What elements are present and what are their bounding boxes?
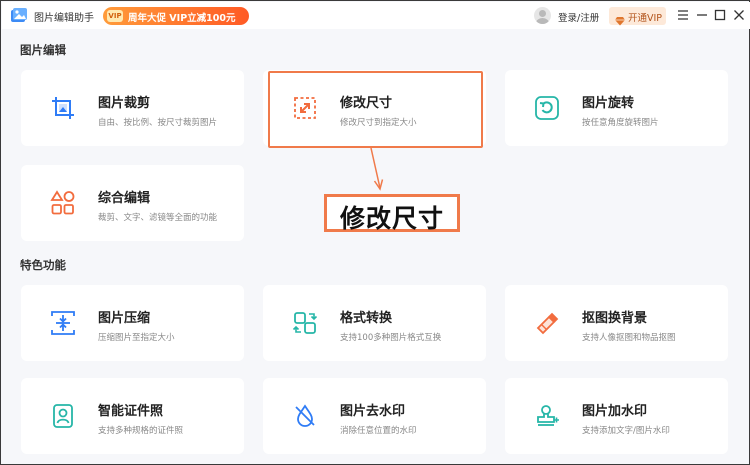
card-desc: 压缩图片至指定大小 xyxy=(98,333,175,343)
minimize-icon[interactable] xyxy=(694,7,710,23)
card-desc: 支持人像抠图和物品抠图 xyxy=(582,333,676,343)
card-desc: 按任意角度旋转图片 xyxy=(582,118,659,128)
card-title: 图片加水印 xyxy=(582,404,648,419)
callout-text: 修改尺寸 xyxy=(339,204,444,233)
crop-icon xyxy=(50,95,76,121)
promo-vip-badge: VIP xyxy=(107,10,123,22)
card-desc: 裁剪、文字、滤镜等全面的功能 xyxy=(98,213,218,223)
diamond-icon xyxy=(615,11,625,26)
section-title-edit: 图片编辑 xyxy=(20,43,66,57)
card-title: 图片压缩 xyxy=(98,311,151,326)
app-window: 图片编辑助手 VIP 周年大促 VIP立减100元 登录/注册 开通VIP 图片… xyxy=(0,0,750,465)
resize-highlight-box xyxy=(268,71,483,148)
card-title: 图片裁剪 xyxy=(98,96,151,111)
card-title: 智能证件照 xyxy=(98,404,164,419)
eraser-icon xyxy=(534,310,560,336)
card-title: 图片旋转 xyxy=(582,96,635,111)
open-vip-label: 开通VIP xyxy=(628,13,663,24)
card-rotate[interactable]: 图片旋转 按任意角度旋转图片 xyxy=(505,70,728,146)
card-id-photo[interactable]: 智能证件照 支持多种规格的证件照 xyxy=(21,378,244,454)
app-logo-icon xyxy=(10,7,28,24)
menu-icon[interactable] xyxy=(675,7,691,23)
card-title: 综合编辑 xyxy=(98,191,151,206)
card-format-convert[interactable]: 格式转换 支持100多种图片格式互换 xyxy=(263,285,486,361)
promo-banner[interactable]: VIP 周年大促 VIP立减100元 xyxy=(103,7,249,25)
card-title: 格式转换 xyxy=(340,311,393,326)
close-icon[interactable] xyxy=(731,7,747,23)
login-link[interactable]: 登录/注册 xyxy=(558,10,599,24)
callout-label: 修改尺寸 xyxy=(324,194,460,233)
no-drop-icon xyxy=(292,403,318,429)
id-photo-icon xyxy=(50,403,76,429)
card-title: 图片去水印 xyxy=(340,404,406,419)
compress-icon xyxy=(50,310,76,336)
card-compress[interactable]: 图片压缩 压缩图片至指定大小 xyxy=(21,285,244,361)
card-desc: 支持100多种图片格式互换 xyxy=(340,333,442,343)
avatar[interactable] xyxy=(534,7,551,24)
card-remove-watermark[interactable]: 图片去水印 消除任意位置的水印 xyxy=(263,378,486,454)
card-desc: 自由、按比例、按尺寸裁剪图片 xyxy=(98,118,218,128)
promo-text: 周年大促 VIP立减100元 xyxy=(128,13,236,24)
card-title: 抠图换背景 xyxy=(582,311,648,326)
callout-arrow xyxy=(361,146,391,192)
card-crop[interactable]: 图片裁剪 自由、按比例、按尺寸裁剪图片 xyxy=(21,70,244,146)
section-title-features: 特色功能 xyxy=(20,258,66,272)
open-vip-button[interactable]: 开通VIP xyxy=(609,7,666,26)
app-title: 图片编辑助手 xyxy=(34,13,94,24)
convert-icon xyxy=(292,310,318,336)
card-cutout[interactable]: 抠图换背景 支持人像抠图和物品抠图 xyxy=(505,285,728,361)
title-bar: 图片编辑助手 VIP 周年大促 VIP立减100元 登录/注册 开通VIP xyxy=(2,2,750,29)
rotate-icon xyxy=(534,95,560,121)
card-desc: 支持添加文字/图片水印 xyxy=(582,426,670,436)
card-add-watermark[interactable]: 图片加水印 支持添加文字/图片水印 xyxy=(505,378,728,454)
card-desc: 支持多种规格的证件照 xyxy=(98,426,184,436)
card-desc: 消除任意位置的水印 xyxy=(340,426,417,436)
stamp-icon xyxy=(534,403,560,429)
maximize-icon[interactable] xyxy=(712,7,728,23)
shapes-icon xyxy=(50,190,76,216)
card-combo-edit[interactable]: 综合编辑 裁剪、文字、滤镜等全面的功能 xyxy=(21,165,244,241)
